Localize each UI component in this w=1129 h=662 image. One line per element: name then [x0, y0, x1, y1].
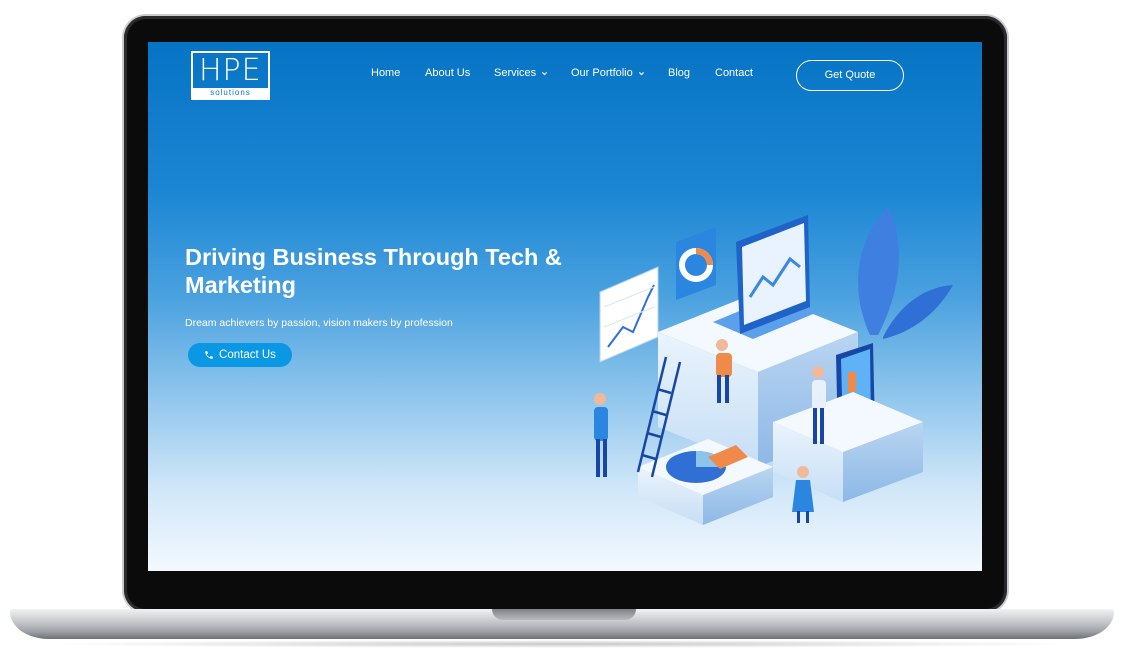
logo-text: HPE: [199, 53, 262, 88]
laptop-shadow: [40, 640, 1084, 648]
site-logo[interactable]: HPE solutions: [191, 51, 270, 100]
chevron-down-icon: [638, 71, 644, 75]
phone-icon: [205, 351, 213, 359]
nav-item-blog[interactable]: Blog: [668, 67, 690, 79]
leaf-shape: [858, 207, 899, 335]
nav-label: Blog: [668, 67, 691, 79]
nav-item-home[interactable]: Home: [371, 67, 400, 79]
donut-chart-icon: [676, 227, 716, 300]
contact-us-button[interactable]: Contact Us: [188, 343, 292, 367]
person-figure: [594, 393, 608, 477]
nav-label: Services: [494, 67, 537, 79]
logo-subtext: solutions: [193, 88, 268, 98]
chevron-down-icon: [542, 71, 548, 75]
nav-label: About Us: [425, 67, 471, 79]
nav-label: Our Portfolio: [571, 67, 633, 79]
hero-title: Driving Business Through Tech & Marketin…: [185, 244, 562, 298]
nav-item-portfolio[interactable]: Our Portfolio: [571, 67, 645, 79]
chart-board-icon: [599, 266, 659, 363]
nav-item-contact[interactable]: Contact: [715, 67, 753, 79]
hero-illustration: [594, 207, 953, 525]
contact-us-label: Contact Us: [219, 349, 276, 361]
nav-item-services[interactable]: Services: [494, 67, 548, 79]
laptop-notch: [492, 609, 636, 620]
nav-item-about[interactable]: About Us: [425, 67, 470, 79]
hero-subtitle: Dream achievers by passion, vision maker…: [185, 317, 453, 329]
get-quote-button[interactable]: Get Quote: [796, 60, 904, 91]
website-screen: HPE solutions Home About Us Services Our…: [148, 42, 982, 571]
nav-label: Home: [371, 67, 401, 79]
nav-label: Contact: [715, 67, 753, 79]
